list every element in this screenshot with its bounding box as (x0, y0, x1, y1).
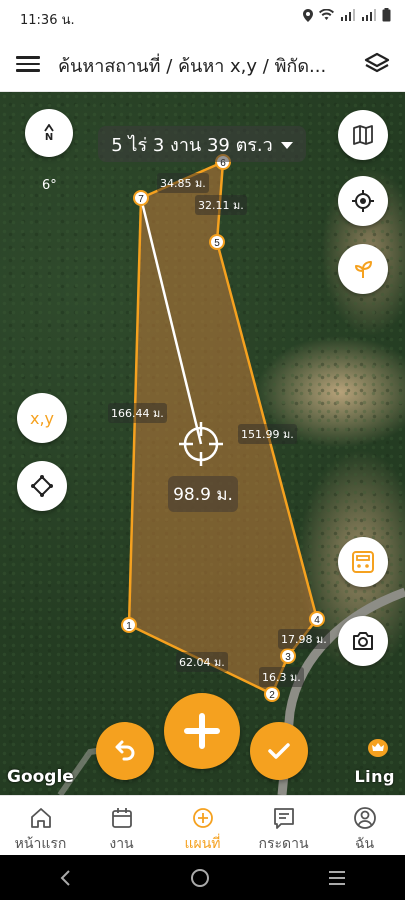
app-bar: ค้นหาสถานที่ / ค้นหา x,y / พิกัด... (0, 36, 405, 92)
status-bar: 11:36 น. (0, 0, 405, 36)
bottom-nav: หน้าแรก งาน แผนที่ กระดาน ฉัน (0, 795, 405, 855)
map-plus-icon (192, 808, 213, 828)
search-title[interactable]: ค้นหาสถานที่ / ค้นหา x,y / พิกัด... (58, 51, 350, 80)
svg-text:2: 2 (269, 690, 275, 701)
nav-map-label: แผนที่ (184, 836, 221, 852)
nav-map[interactable]: แผนที่ (162, 796, 243, 855)
layers-icon[interactable] (363, 50, 391, 78)
battery-icon (382, 8, 391, 26)
crown-icon (368, 739, 388, 757)
system-nav-bar (0, 855, 405, 900)
compass-button[interactable]: N (25, 109, 73, 157)
back-icon[interactable] (58, 869, 74, 887)
sprout-icon (355, 261, 372, 278)
edge-label-3-2: 16.3 ม. (259, 667, 304, 687)
vertex-2[interactable]: 2 (264, 686, 280, 702)
status-time: 11:36 น. (20, 13, 75, 28)
undo-button[interactable] (96, 722, 154, 780)
nav-home-label: หน้าแรก (14, 836, 67, 852)
signal-icon-1 (340, 9, 355, 25)
calculator-icon (352, 551, 374, 573)
calendar-icon (111, 808, 132, 828)
edge-label-6-5: 32.11 ม. (195, 195, 247, 215)
signal-icon-2 (361, 9, 376, 25)
nav-board[interactable]: กระดาน (243, 796, 324, 855)
my-location-button[interactable] (338, 176, 388, 226)
location-icon (303, 8, 313, 26)
edge-label-1-7: 166.44 ม. (108, 403, 167, 423)
nav-home[interactable]: หน้าแรก (0, 796, 81, 855)
diamond-shape-icon (31, 475, 53, 497)
svg-text:3: 3 (285, 652, 291, 663)
plant-button[interactable] (338, 244, 388, 294)
map-type-button[interactable] (338, 110, 388, 160)
vertex-5[interactable]: 5 (209, 234, 225, 250)
board-icon (273, 808, 294, 829)
area-summary-dropdown[interactable]: 5 ไร่ 3 งาน 39 ตร.ว (98, 126, 306, 162)
profile-icon (353, 807, 376, 829)
camera-button[interactable] (338, 616, 388, 666)
home-icon (30, 808, 51, 828)
google-logo: Google (7, 767, 74, 787)
vertex-4[interactable]: 4 (309, 611, 325, 627)
nav-work-label: งาน (109, 836, 134, 852)
undo-icon (115, 740, 135, 761)
compass-letter: N (44, 131, 54, 143)
edge-label-4-3: 17.98 ม. (278, 629, 330, 649)
svg-text:7: 7 (138, 194, 144, 205)
xy-label: x,y (29, 408, 55, 428)
svg-text:5: 5 (214, 238, 220, 249)
ling-logo: Ling (354, 767, 395, 786)
save-plot-button[interactable] (338, 537, 388, 587)
camera-icon (353, 632, 373, 650)
nav-board-label: กระดาน (258, 836, 309, 852)
edge-label-5-4: 151.99 ม. (238, 424, 297, 444)
heading-degree: 6° (42, 178, 57, 193)
gps-target-icon (352, 190, 374, 212)
edge-label-2-1: 62.04 ม. (176, 652, 228, 672)
wifi-icon (319, 8, 334, 25)
distance-readout: 98.9 ม. (168, 476, 238, 512)
svg-text:1: 1 (126, 621, 132, 632)
draw-shape-button[interactable] (17, 461, 67, 511)
xy-button[interactable]: x,y (17, 393, 67, 443)
confirm-button[interactable] (250, 722, 308, 780)
vertex-1[interactable]: 1 (121, 617, 137, 633)
nav-me[interactable]: ฉัน (324, 796, 405, 855)
recents-icon[interactable] (327, 869, 347, 887)
vertex-3[interactable]: 3 (280, 648, 296, 664)
edge-label-7-6: 34.85 ม. (157, 173, 209, 193)
vertex-7[interactable]: 7 (133, 190, 149, 206)
add-point-button[interactable] (164, 693, 240, 769)
menu-icon[interactable] (16, 52, 40, 76)
plus-icon (184, 713, 220, 749)
map-icon (353, 125, 373, 145)
area-label: 5 ไร่ 3 งาน 39 ตร.ว (111, 134, 273, 156)
compass-arrow-icon (44, 123, 54, 131)
nav-work[interactable]: งาน (81, 796, 162, 855)
map-view[interactable]: 1 2 3 4 5 6 7 5 ไร่ 3 งาน 39 ตร.ว N 6° x… (0, 92, 405, 795)
caret-down-icon (280, 142, 293, 149)
home-circle-icon[interactable] (190, 868, 210, 888)
svg-text:4: 4 (314, 615, 320, 626)
status-icons (303, 8, 391, 26)
check-icon (268, 743, 290, 759)
nav-me-label: ฉัน (354, 836, 375, 852)
